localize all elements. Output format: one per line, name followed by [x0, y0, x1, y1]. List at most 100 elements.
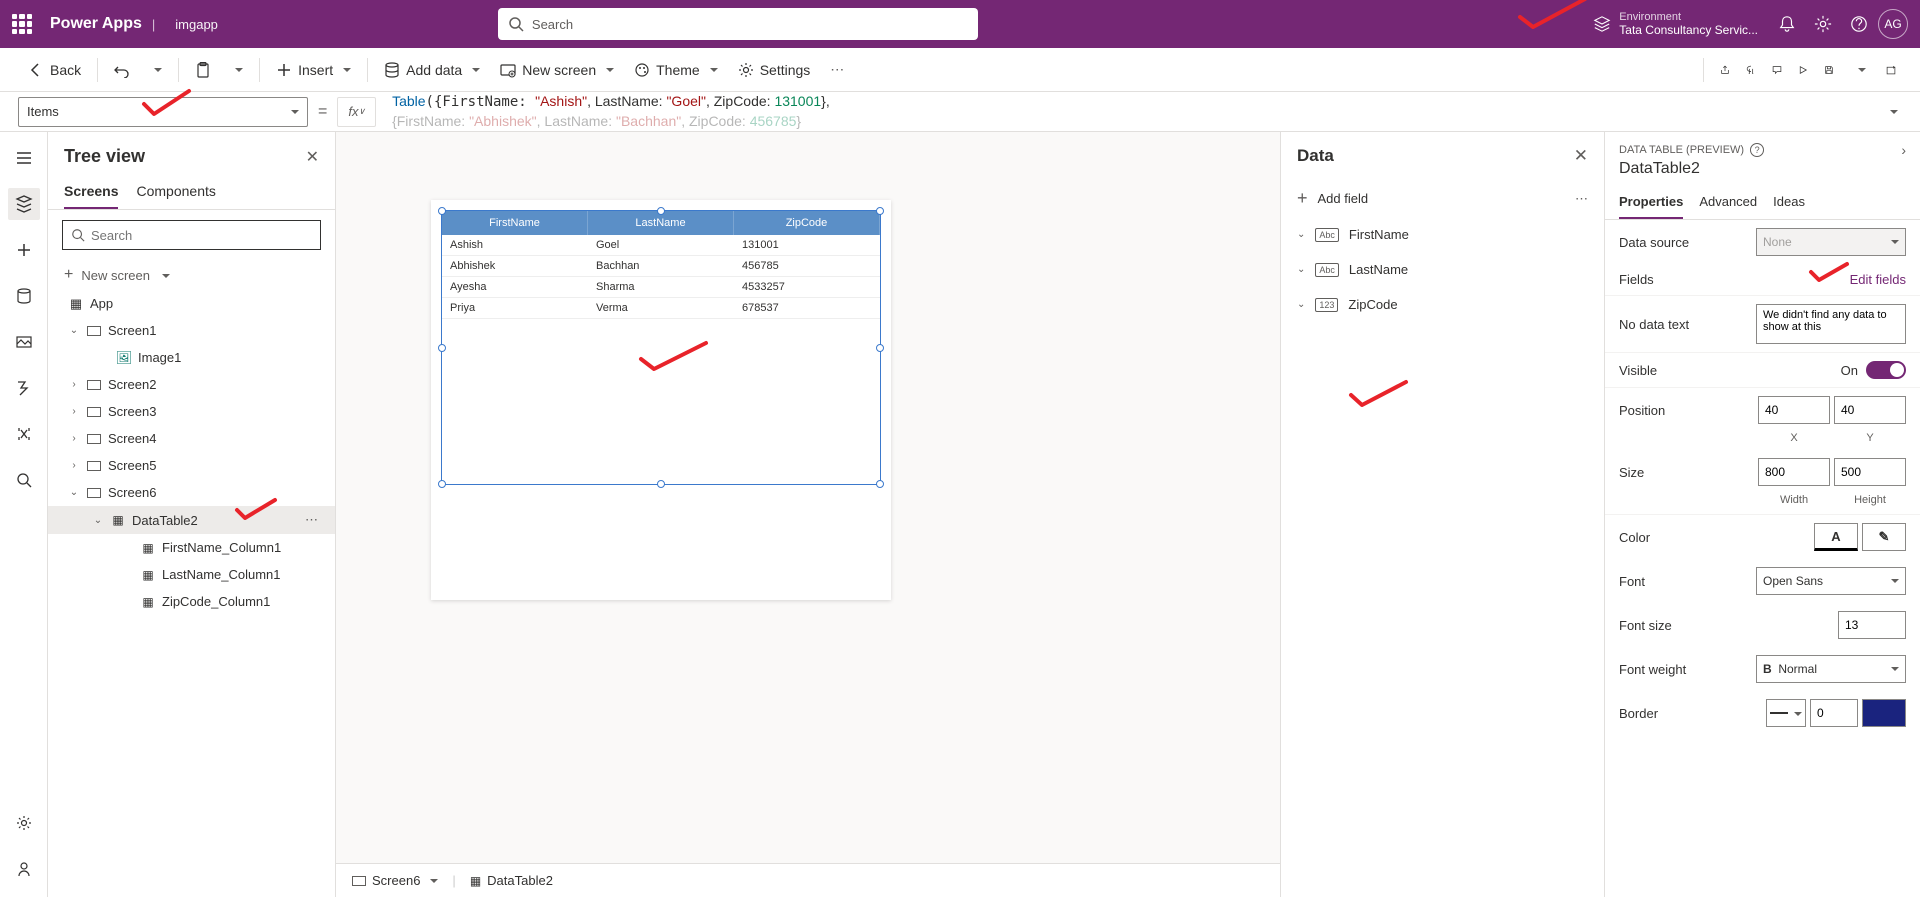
- props-tab-properties[interactable]: Properties: [1619, 186, 1683, 219]
- fontsize-input[interactable]: [1838, 611, 1906, 639]
- props-tab-ideas[interactable]: Ideas: [1773, 186, 1805, 219]
- table-row[interactable]: AbhishekBachhan456785: [442, 256, 880, 277]
- data-more-icon[interactable]: ⋯: [1575, 191, 1588, 207]
- comments-button[interactable]: [1768, 61, 1786, 79]
- tree-screen2[interactable]: ›Screen2: [48, 371, 335, 398]
- save-split[interactable]: [1846, 60, 1874, 80]
- paste-button[interactable]: [187, 56, 219, 84]
- app-launcher[interactable]: [12, 14, 32, 34]
- rail-virtual-agent[interactable]: [8, 853, 40, 885]
- field-firstname[interactable]: ⌄AbcFirstName: [1281, 217, 1604, 252]
- undo-split[interactable]: [142, 60, 170, 80]
- border-style-select[interactable]: [1766, 699, 1806, 727]
- tab-components[interactable]: Components: [136, 175, 215, 209]
- rail-media[interactable]: [8, 326, 40, 358]
- tree-col-lastname[interactable]: ▦LastName_Column1: [48, 561, 335, 588]
- environment-picker[interactable]: Environment Tata Consultancy Servic...: [1593, 11, 1758, 37]
- prop-nodata-input[interactable]: We didn't find any data to show at this: [1756, 304, 1906, 344]
- new-screen-button[interactable]: New screen: [492, 56, 622, 84]
- fontweight-select[interactable]: B Normal: [1756, 655, 1906, 683]
- undo-icon: [114, 62, 130, 78]
- user-avatar[interactable]: AG: [1878, 9, 1908, 39]
- prop-border-label: Border: [1619, 706, 1658, 721]
- tree-screen1[interactable]: ⌄Screen1: [48, 317, 335, 344]
- col-header-firstname[interactable]: FirstName: [442, 211, 588, 235]
- rail-tree-view[interactable]: [8, 188, 40, 220]
- property-selector[interactable]: Items: [18, 97, 308, 127]
- border-color-button[interactable]: [1862, 699, 1906, 727]
- close-tree-button[interactable]: ✕: [306, 147, 319, 167]
- col-header-zipcode[interactable]: ZipCode: [734, 211, 880, 235]
- rail-hamburger[interactable]: [8, 142, 40, 174]
- prop-datasource-select[interactable]: None: [1756, 228, 1906, 256]
- publish-button[interactable]: [1882, 61, 1900, 79]
- share-button[interactable]: [1716, 61, 1734, 79]
- font-color-button[interactable]: A: [1814, 523, 1858, 551]
- tree-app[interactable]: ▦App: [48, 290, 335, 317]
- datatable-control[interactable]: FirstName LastName ZipCode AshishGoel131…: [441, 210, 881, 485]
- add-field-button[interactable]: +Add field ⋯: [1281, 180, 1604, 217]
- font-select[interactable]: Open Sans: [1756, 567, 1906, 595]
- width-input[interactable]: [1758, 458, 1830, 486]
- breadcrumb-screen[interactable]: Screen6: [352, 873, 438, 888]
- control-name[interactable]: DataTable2: [1605, 160, 1920, 186]
- visible-toggle[interactable]: [1866, 361, 1906, 379]
- environment-name: Tata Consultancy Servic...: [1619, 23, 1758, 37]
- tree-screen5[interactable]: ›Screen5: [48, 452, 335, 479]
- tab-screens[interactable]: Screens: [64, 175, 118, 209]
- theme-button[interactable]: Theme: [626, 56, 726, 84]
- formula-editor[interactable]: Table({FirstName: "Ashish", LastName: "G…: [386, 92, 1872, 130]
- tree-image1[interactable]: 🖼Image1: [48, 344, 335, 371]
- info-icon[interactable]: ?: [1750, 143, 1764, 157]
- table-row[interactable]: PriyaVerma678537: [442, 298, 880, 319]
- tree-screen3[interactable]: ›Screen3: [48, 398, 335, 425]
- field-lastname[interactable]: ⌄AbcLastName: [1281, 252, 1604, 287]
- settings-button[interactable]: Settings: [730, 56, 819, 84]
- global-search[interactable]: Search: [498, 8, 978, 40]
- rail-data[interactable]: [8, 280, 40, 312]
- rail-settings[interactable]: [8, 807, 40, 839]
- breadcrumb-control[interactable]: ▦DataTable2: [470, 873, 553, 888]
- more-button[interactable]: ⋯: [822, 55, 852, 84]
- canvas-screen[interactable]: FirstName LastName ZipCode AshishGoel131…: [431, 200, 891, 600]
- back-button[interactable]: Back: [20, 56, 89, 84]
- rail-search[interactable]: [8, 464, 40, 496]
- table-row[interactable]: AshishGoel131001: [442, 235, 880, 256]
- notifications-icon[interactable]: [1778, 15, 1796, 33]
- expand-formula-button[interactable]: [1882, 100, 1902, 123]
- tree-screen4[interactable]: ›Screen4: [48, 425, 335, 452]
- pos-x-input[interactable]: [1758, 396, 1830, 424]
- rail-insert[interactable]: [8, 234, 40, 266]
- props-tab-advanced[interactable]: Advanced: [1699, 186, 1757, 219]
- field-zipcode[interactable]: ⌄123ZipCode: [1281, 287, 1604, 322]
- app-checker-button[interactable]: [1742, 61, 1760, 79]
- tree-col-firstname[interactable]: ▦FirstName_Column1: [48, 534, 335, 561]
- rail-power-automate[interactable]: [8, 372, 40, 404]
- add-data-button[interactable]: Add data: [376, 56, 488, 84]
- undo-button[interactable]: [106, 56, 138, 84]
- tree-col-zipcode[interactable]: ▦ZipCode_Column1: [48, 588, 335, 615]
- close-data-panel[interactable]: ✕: [1574, 146, 1588, 166]
- tree-datatable2[interactable]: ⌄▦DataTable2 ⋯: [48, 506, 335, 534]
- table-row[interactable]: AyeshaSharma4533257: [442, 277, 880, 298]
- paste-split[interactable]: [223, 60, 251, 80]
- fill-color-button[interactable]: ✎: [1862, 523, 1906, 551]
- save-button[interactable]: [1820, 61, 1838, 79]
- settings-icon[interactable]: [1814, 15, 1832, 33]
- plus-icon: [276, 62, 292, 78]
- edit-fields-link[interactable]: Edit fields: [1850, 272, 1906, 287]
- insert-button[interactable]: Insert: [268, 56, 359, 84]
- preview-button[interactable]: [1794, 61, 1812, 79]
- tree-screen6[interactable]: ⌄Screen6: [48, 479, 335, 506]
- help-icon[interactable]: [1850, 15, 1868, 33]
- canvas[interactable]: FirstName LastName ZipCode AshishGoel131…: [336, 132, 1280, 897]
- tree-search-input[interactable]: [62, 220, 321, 250]
- height-input[interactable]: [1834, 458, 1906, 486]
- expand-props-icon[interactable]: ›: [1901, 142, 1906, 158]
- rail-variables[interactable]: [8, 418, 40, 450]
- pos-y-input[interactable]: [1834, 396, 1906, 424]
- tree-item-more[interactable]: ⋯: [305, 512, 319, 528]
- border-width-input[interactable]: [1810, 699, 1858, 727]
- tree-new-screen[interactable]: +New screen: [48, 260, 335, 290]
- breadcrumb: Screen6 | ▦DataTable2: [336, 863, 1280, 897]
